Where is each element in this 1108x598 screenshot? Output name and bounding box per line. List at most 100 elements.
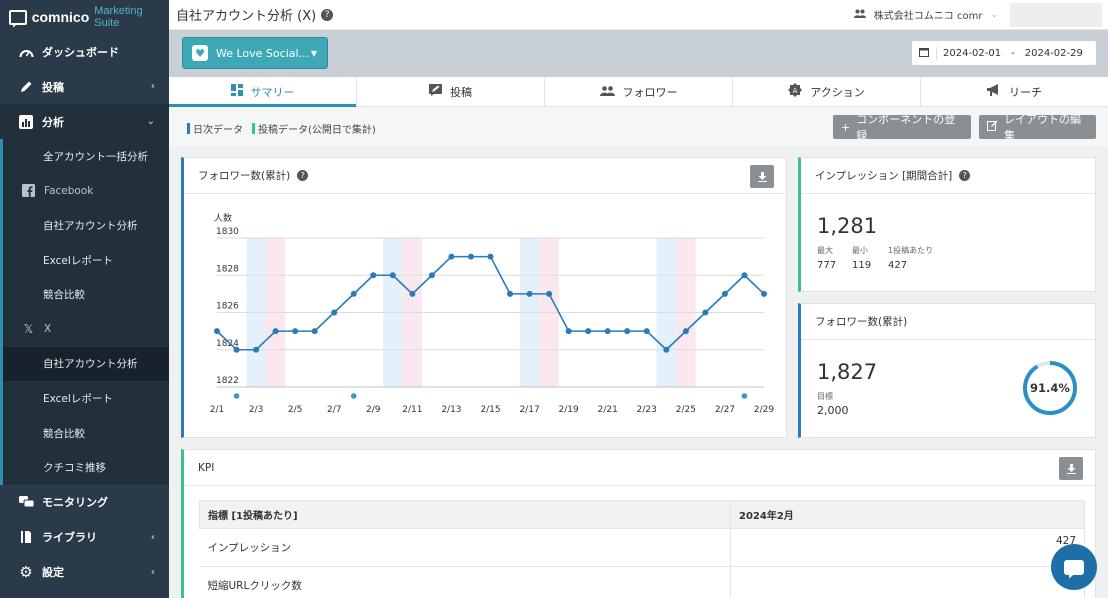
sidebar-item-post[interactable]: 投稿 ‹	[0, 69, 169, 104]
sidebar-item-library[interactable]: ライブラリ ‹	[0, 520, 169, 555]
sidebar-item-x-competitor[interactable]: 競合比較	[0, 415, 169, 451]
data-point	[741, 272, 748, 279]
y-tick-label: 1826	[216, 302, 239, 312]
company-selector[interactable]: 株式会社コムニコ comr ⌄	[853, 7, 998, 22]
legend-daily: 日次データ	[187, 121, 243, 136]
kpi-metric: インプレッション	[199, 528, 731, 567]
sidebar-item-x-word-of-mouth[interactable]: クチコミ推移	[0, 450, 169, 485]
bar-chart-icon	[18, 114, 34, 130]
follower-line-chart: 人数182218241826182818302/1 2/3 2/5 2/7 2/9 2/1…	[210, 212, 775, 415]
data-point	[624, 328, 631, 335]
download-button[interactable]	[1059, 457, 1083, 480]
date-end[interactable]: 2024-02-29	[1025, 48, 1083, 59]
data-point	[389, 272, 396, 279]
sidebar-item-label: 設定	[42, 566, 64, 580]
x-tick-label: 2/15	[480, 405, 500, 415]
sidebar-item-analysis[interactable]: 分析 ⌄	[0, 104, 169, 139]
followers-count-panel: フォロワー数(累計) 1,827 目標 2,000 91.4%	[798, 303, 1096, 438]
x-tick-label: 2/9	[366, 405, 381, 415]
data-point	[604, 328, 611, 335]
data-point	[663, 346, 670, 353]
megaphone-icon	[987, 84, 1001, 99]
chevron-left-icon: ‹	[150, 531, 155, 543]
tab-reach[interactable]: リーチ	[921, 77, 1108, 106]
add-component-label: コンポーネントの登録	[856, 113, 956, 142]
sidebar-item-label: 全アカウント一括分析	[43, 150, 148, 163]
sidebar-item-label: クチコミ推移	[43, 462, 106, 475]
sidebar-item-x-excel-report[interactable]: Excelレポート	[0, 381, 169, 416]
table-header-row: 指標 [1投稿あたり] 2024年2月	[199, 500, 1085, 529]
caret-down-icon: ▼	[310, 48, 317, 58]
data-point	[546, 290, 553, 297]
y-tick-label: 1828	[216, 264, 239, 274]
x-tick-label: 2/21	[598, 405, 618, 415]
data-point	[682, 328, 689, 335]
chat-button[interactable]	[1051, 544, 1097, 590]
tab-label: サマリー	[250, 85, 295, 99]
grid-icon	[230, 84, 243, 99]
brand-name: comnico	[31, 9, 90, 25]
edit-icon	[987, 120, 998, 134]
chevron-down-icon: ⌄	[990, 9, 998, 20]
download-button[interactable]	[750, 165, 774, 188]
sidebar-item-fb-excel-report[interactable]: Excelレポート	[0, 242, 169, 278]
chevron-left-icon: ‹	[150, 81, 155, 92]
data-point	[331, 309, 338, 316]
user-menu[interactable]	[1010, 3, 1102, 27]
help-icon[interactable]: ?	[297, 170, 309, 181]
x-tick-label: 2/1	[210, 405, 224, 415]
post-marker	[741, 393, 748, 399]
library-icon	[18, 529, 34, 545]
y-axis-label: 人数	[214, 212, 232, 224]
data-point	[350, 290, 357, 297]
date-start[interactable]: 2024-02-01	[943, 48, 1001, 59]
impressions-min: 最小 119	[852, 245, 871, 271]
monitoring-icon	[18, 494, 34, 510]
edit-layout-button[interactable]: レイアウトの編集	[979, 113, 1096, 142]
legend-post-label: 投稿データ(公開日で集計)	[258, 125, 376, 136]
followers-count: 1,827	[817, 360, 878, 384]
impressions-panel: インプレッション [期間合計] ? 1,281 最大 777 最小 119 1投…	[798, 157, 1096, 292]
followers-goal: 目標 2,000	[817, 391, 849, 417]
sidebar-item-dashboard[interactable]: ダッシュボード	[0, 34, 169, 69]
sidebar-item-label: 自社アカウント分析	[43, 219, 138, 232]
post-marker	[233, 393, 240, 399]
sidebar-item-x-own-account[interactable]: 自社アカウント分析	[0, 346, 169, 382]
impressions-total: 1,281	[817, 214, 878, 238]
logo[interactable]: comnico Marketing Suite	[0, 0, 169, 34]
tab-summary[interactable]: サマリー	[169, 77, 357, 107]
sidebar-section-x: 𝕏 X	[0, 311, 169, 347]
impressions-per-post: 1投稿あたり 427	[888, 245, 933, 271]
column-header: 指標 [1投稿あたり]	[199, 500, 731, 529]
tab-followers[interactable]: フォロワー	[545, 77, 733, 106]
sidebar-item-fb-competitor[interactable]: 競合比較	[0, 277, 169, 312]
data-point	[526, 290, 533, 297]
data-point	[253, 346, 260, 353]
add-component-button[interactable]: + コンポーネントの登録	[833, 113, 971, 142]
heart-icon: ♥	[192, 45, 208, 61]
help-icon[interactable]: ?	[959, 170, 971, 181]
edit-layout-label: レイアウトの編集	[1004, 113, 1081, 142]
data-point	[467, 253, 474, 260]
sidebar-item-fb-own-account[interactable]: 自社アカウント分析	[0, 208, 169, 243]
svg-text:A: A	[793, 87, 798, 95]
date-range-picker[interactable]: 2024-02-01 - 2024-02-29	[912, 41, 1096, 65]
stat-label: 1投稿あたり	[888, 246, 934, 255]
x-tick-label: 2/5	[288, 405, 302, 415]
sidebar-item-monitoring[interactable]: モニタリング	[0, 485, 169, 520]
panel-header: KPI	[184, 450, 1095, 486]
page-title: 自社アカウント分析 (X)	[176, 9, 317, 24]
post-marker	[350, 393, 357, 399]
tab-actions[interactable]: A アクション	[733, 77, 921, 106]
kpi-table: 指標 [1投稿あたり] 2024年2月 インプレッション 427 短縮URLクリ…	[199, 500, 1085, 598]
data-point	[272, 328, 279, 335]
tab-posts[interactable]: 投稿	[357, 77, 545, 106]
account-selector-button[interactable]: ♥ We Love Social... ▼	[182, 37, 328, 69]
data-point	[565, 328, 572, 335]
sidebar-item-all-accounts[interactable]: 全アカウント一括分析	[0, 139, 169, 174]
sidebar-item-settings[interactable]: ⚙ 設定 ‹	[0, 555, 169, 590]
help-icon[interactable]: ?	[321, 8, 334, 21]
stat-value: 427	[888, 260, 908, 271]
sidebar-item-label: ダッシュボード	[42, 45, 119, 59]
data-point	[409, 290, 416, 297]
